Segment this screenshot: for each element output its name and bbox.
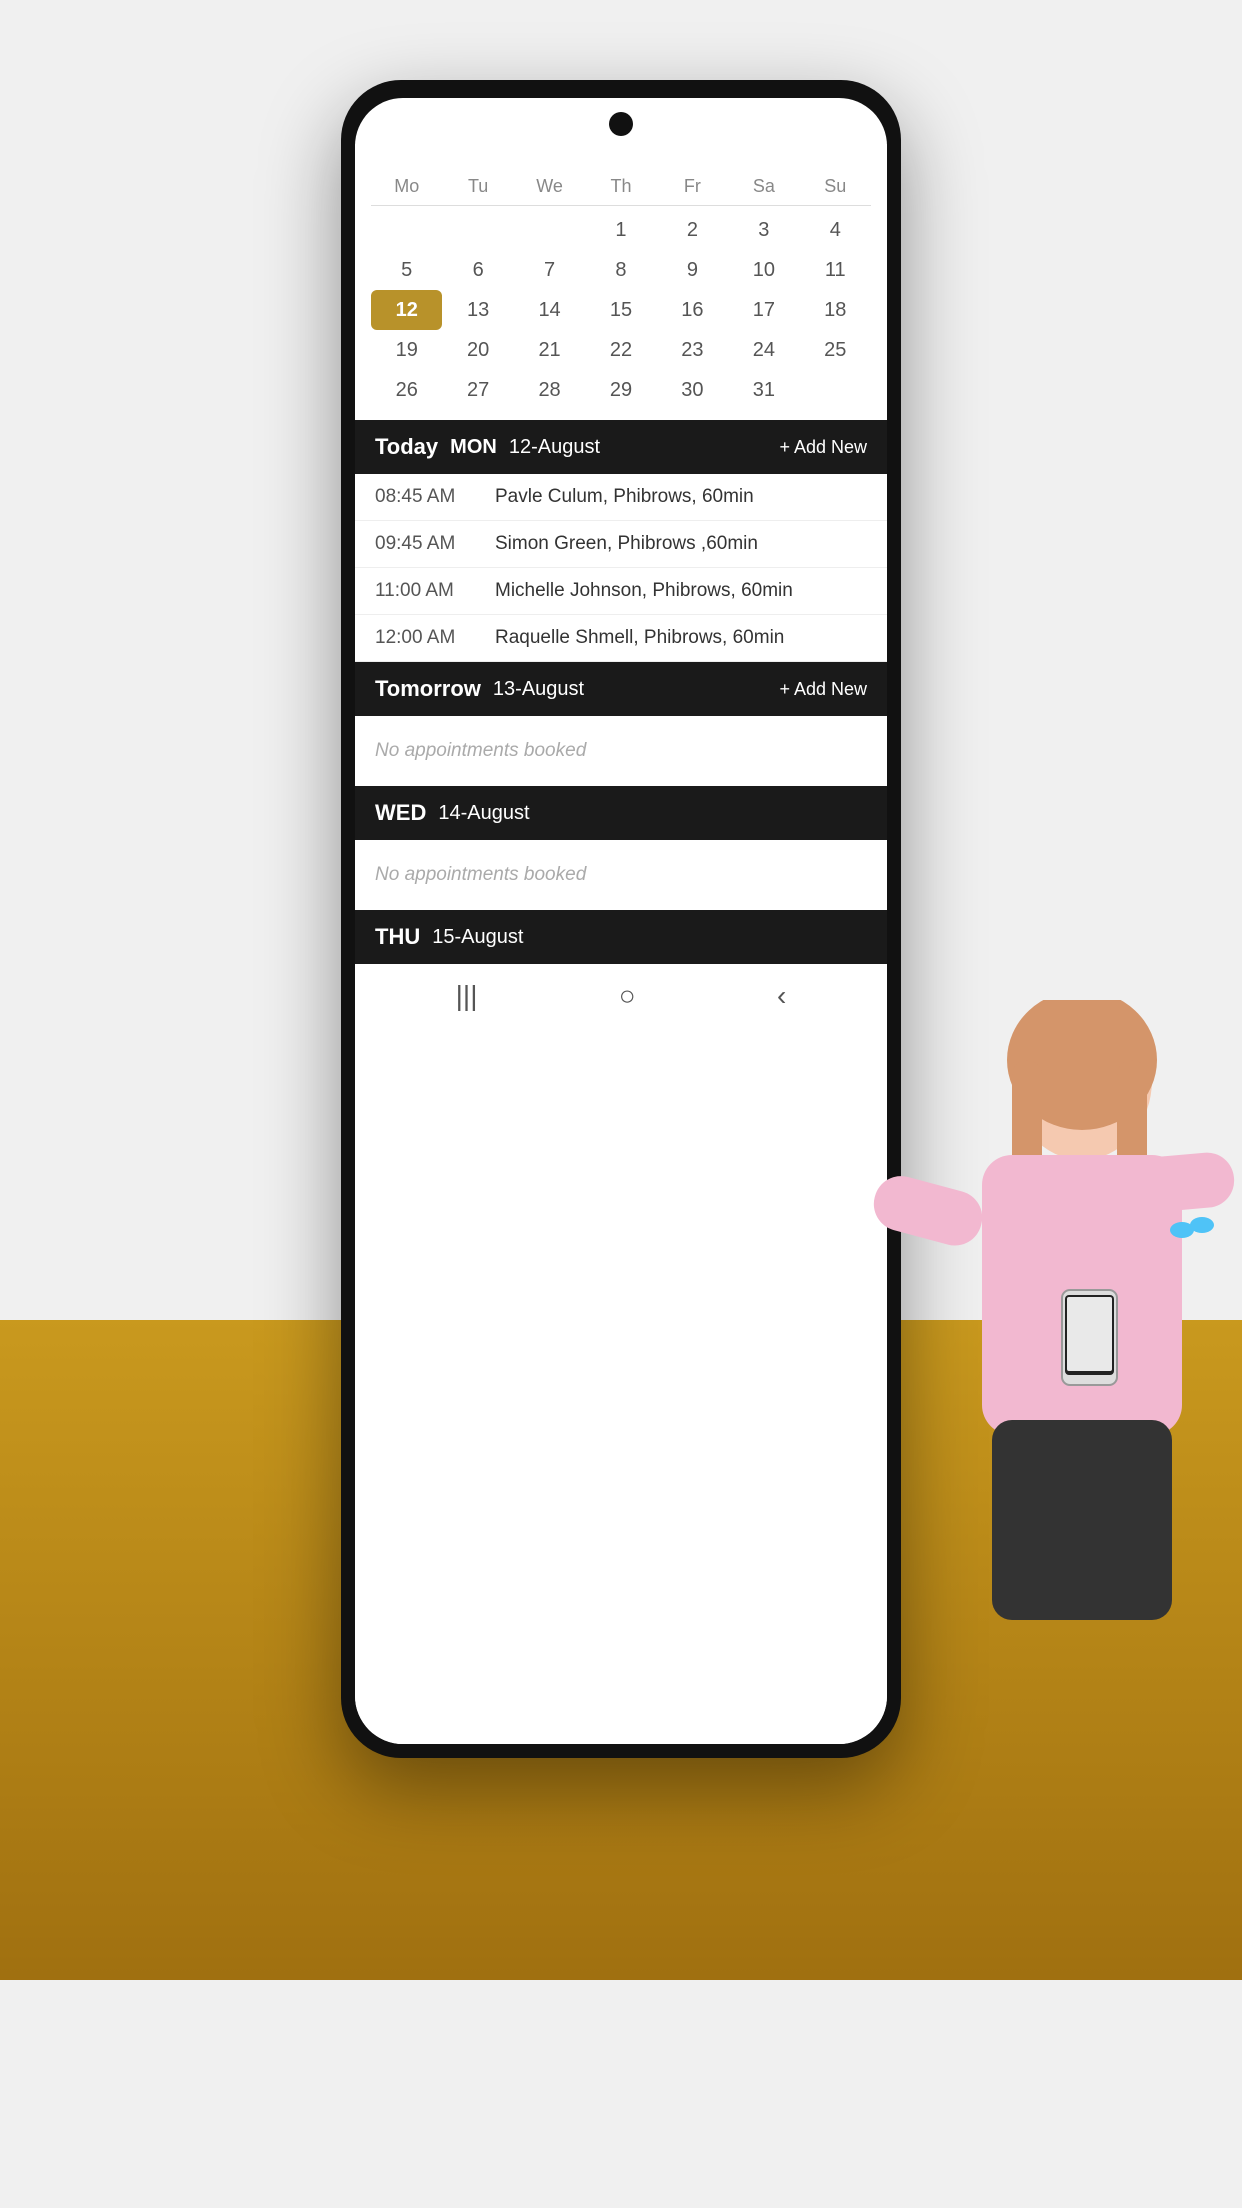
calendar-day[interactable]: 27: [442, 370, 513, 410]
appointment-time: 09:45 AM: [375, 533, 495, 555]
schedule-date: 13-August: [493, 678, 584, 701]
calendar-day: [442, 210, 513, 250]
weekday-label: Mo: [371, 176, 442, 197]
calendar-weeks: 1234567891011121314151617181920212223242…: [371, 210, 871, 410]
calendar-row: 567891011: [371, 250, 871, 290]
calendar-row: 12131415161718: [371, 290, 871, 330]
weekday-label: Fr: [657, 176, 728, 197]
schedule-date: 14-August: [438, 802, 529, 825]
calendar-day[interactable]: 28: [514, 370, 585, 410]
calendar-day[interactable]: 4: [800, 210, 871, 250]
camera-dot: [609, 112, 633, 136]
person-image: [762, 1000, 1242, 1900]
weekday-label: We: [514, 176, 585, 197]
appointment-row[interactable]: 11:00 AMMichelle Johnson, Phibrows, 60mi…: [355, 568, 887, 615]
calendar-day[interactable]: 10: [728, 250, 799, 290]
calendar-row: 1234: [371, 210, 871, 250]
schedule-header: WED 14-August: [355, 786, 887, 840]
no-appointments-message: No appointments booked: [355, 716, 887, 786]
schedule-header: Today MON 12-August + Add New: [355, 420, 887, 474]
weekday-label: Sa: [728, 176, 799, 197]
calendar-day[interactable]: 6: [442, 250, 513, 290]
calendar-day: [800, 370, 871, 410]
calendar-day[interactable]: 20: [442, 330, 513, 370]
appointment-description: Simon Green, Phibrows ,60min: [495, 533, 758, 555]
appointment-description: Pavle Culum, Phibrows, 60min: [495, 486, 754, 508]
calendar-day[interactable]: 19: [371, 330, 442, 370]
weekday-headers: MoTuWeThFrSaSu: [371, 176, 871, 206]
calendar-day[interactable]: 26: [371, 370, 442, 410]
weekday-label: Su: [800, 176, 871, 197]
calendar-day[interactable]: 21: [514, 330, 585, 370]
schedule-date: 12-August: [509, 436, 600, 459]
calendar-day[interactable]: 7: [514, 250, 585, 290]
calendar-day[interactable]: 12: [371, 290, 442, 330]
calendar-day[interactable]: 29: [585, 370, 656, 410]
calendar-day[interactable]: 3: [728, 210, 799, 250]
calendar-row: 19202122232425: [371, 330, 871, 370]
calendar-day[interactable]: 18: [800, 290, 871, 330]
no-appointments-message: No appointments booked: [355, 840, 887, 910]
schedule-day-label: THU: [375, 924, 420, 950]
calendar-day[interactable]: 24: [728, 330, 799, 370]
appointment-row[interactable]: 08:45 AMPavle Culum, Phibrows, 60min: [355, 474, 887, 521]
app-header: [355, 144, 887, 164]
calendar-day[interactable]: 2: [657, 210, 728, 250]
calendar-day[interactable]: 14: [514, 290, 585, 330]
add-new-button[interactable]: + Add New: [779, 437, 867, 458]
appointment-row[interactable]: 12:00 AMRaquelle Shmell, Phibrows, 60min: [355, 615, 887, 662]
schedule-list: Today MON 12-August + Add New 08:45 AMPavle …: [355, 420, 887, 964]
appointment-description: Michelle Johnson, Phibrows, 60min: [495, 580, 793, 602]
calendar-day[interactable]: 1: [585, 210, 656, 250]
calendar-day[interactable]: 25: [800, 330, 871, 370]
calendar-day[interactable]: 15: [585, 290, 656, 330]
calendar-day[interactable]: 17: [728, 290, 799, 330]
schedule-header: THU 15-August: [355, 910, 887, 964]
appointment-row[interactable]: 09:45 AMSimon Green, Phibrows ,60min: [355, 521, 887, 568]
schedule-date: 15-August: [432, 926, 523, 949]
add-new-button[interactable]: + Add New: [779, 679, 867, 700]
calendar-day[interactable]: 31: [728, 370, 799, 410]
calendar-row: 262728293031: [371, 370, 871, 410]
calendar-day[interactable]: 13: [442, 290, 513, 330]
appointment-time: 11:00 AM: [375, 580, 495, 602]
nav-home-icon[interactable]: ○: [619, 980, 636, 1012]
appointment-description: Raquelle Shmell, Phibrows, 60min: [495, 627, 784, 649]
calendar-day[interactable]: 8: [585, 250, 656, 290]
schedule-day-label: Tomorrow: [375, 676, 481, 702]
schedule-day-name: MON: [450, 436, 497, 459]
nav-recents-icon[interactable]: |||: [456, 980, 478, 1012]
weekday-label: Tu: [442, 176, 513, 197]
calendar-nav: [355, 164, 887, 176]
schedule-header: Tomorrow 13-August + Add New: [355, 662, 887, 716]
schedule-day-label: WED: [375, 800, 426, 826]
calendar-day[interactable]: 9: [657, 250, 728, 290]
calendar-day: [371, 210, 442, 250]
calendar-day[interactable]: 23: [657, 330, 728, 370]
calendar-day[interactable]: 11: [800, 250, 871, 290]
calendar-day[interactable]: 30: [657, 370, 728, 410]
appointment-time: 12:00 AM: [375, 627, 495, 649]
calendar-day: [514, 210, 585, 250]
weekday-label: Th: [585, 176, 656, 197]
calendar-day[interactable]: 5: [371, 250, 442, 290]
appointment-time: 08:45 AM: [375, 486, 495, 508]
schedule-day-label: Today: [375, 434, 438, 460]
calendar-day[interactable]: 16: [657, 290, 728, 330]
calendar-grid: MoTuWeThFrSaSu 1234567891011121314151617…: [355, 176, 887, 410]
calendar-day[interactable]: 22: [585, 330, 656, 370]
